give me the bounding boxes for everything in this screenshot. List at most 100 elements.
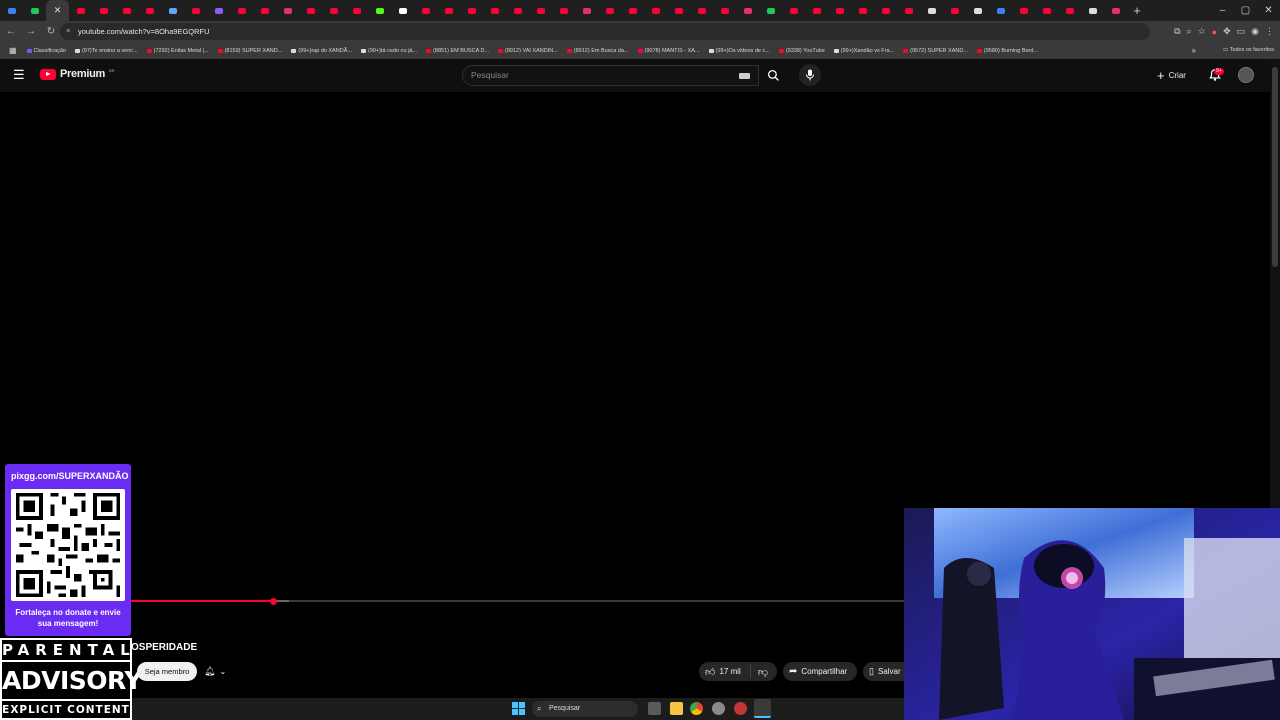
bookmark-item[interactable]: (99+)rap do XANDÃ...: [291, 48, 352, 54]
browser-tab[interactable]: [23, 0, 46, 21]
address-bar[interactable]: ≡ youtube.com/watch?v=8Oha9EGQRFU: [60, 23, 1150, 40]
browser-tab[interactable]: [414, 0, 437, 21]
browser-tab[interactable]: [851, 0, 874, 21]
bookmark-item[interactable]: (9078) MANTIS - XA...: [637, 48, 700, 54]
reload-icon[interactable]: ↻: [42, 26, 60, 37]
voice-search-button[interactable]: [799, 64, 821, 86]
browser-tab[interactable]: [437, 0, 460, 21]
browser-tab[interactable]: [115, 0, 138, 21]
browser-tab[interactable]: [782, 0, 805, 21]
browser-tab[interactable]: [1035, 0, 1058, 21]
browser-tab[interactable]: [805, 0, 828, 21]
search-button[interactable]: [760, 65, 786, 86]
profile-icon[interactable]: ◉: [1251, 26, 1259, 37]
browser-tab[interactable]: [1012, 0, 1035, 21]
browser-tab[interactable]: [621, 0, 644, 21]
browser-tab[interactable]: [368, 0, 391, 21]
browser-tab[interactable]: [989, 0, 1012, 21]
browser-tab[interactable]: [690, 0, 713, 21]
browser-tab[interactable]: [736, 0, 759, 21]
tab-close-icon[interactable]: ✕: [54, 5, 62, 16]
browser-tab[interactable]: [529, 0, 552, 21]
browser-tab[interactable]: [322, 0, 345, 21]
browser-tab[interactable]: [943, 0, 966, 21]
browser-tab[interactable]: [552, 0, 575, 21]
taskbar-search[interactable]: ⌕ Pesquisar: [532, 701, 638, 717]
site-info-icon[interactable]: ≡: [66, 23, 70, 40]
browser-tab[interactable]: [644, 0, 667, 21]
dislike-button[interactable]: 👎︎: [751, 666, 775, 678]
scrollbar-thumb[interactable]: [1272, 67, 1278, 267]
chrome-icon[interactable]: [690, 702, 703, 715]
extensions-puzzle-icon[interactable]: ✥: [1223, 26, 1231, 37]
browser-tab[interactable]: [920, 0, 943, 21]
bookmark-item[interactable]: (7292) Enilas Metal |...: [146, 48, 209, 54]
windows-start-icon[interactable]: [512, 702, 525, 715]
browser-tab[interactable]: [575, 0, 598, 21]
browser-tab[interactable]: [207, 0, 230, 21]
youtube-premium-logo[interactable]: Premium BR: [40, 68, 115, 80]
avatar[interactable]: [1238, 67, 1254, 83]
browser-menu-icon[interactable]: ⋮: [1265, 26, 1274, 37]
scrubber-handle[interactable]: [269, 597, 277, 605]
bookmarks-overflow-button[interactable]: »: [1192, 46, 1196, 55]
keyboard-icon[interactable]: [739, 73, 750, 79]
browser-tab[interactable]: [138, 0, 161, 21]
browser-tab[interactable]: [483, 0, 506, 21]
browser-tab[interactable]: [598, 0, 621, 21]
minimize-button[interactable]: –: [1211, 0, 1234, 21]
bookmark-item[interactable]: (99+)Os vídeos de c...: [708, 48, 770, 54]
browser-tab[interactable]: [345, 0, 368, 21]
obs-app-icon[interactable]: [754, 699, 771, 718]
bookmark-item[interactable]: Classificação: [26, 48, 66, 54]
bookmark-star-icon[interactable]: ☆: [1198, 26, 1206, 37]
video-player[interactable]: [0, 92, 904, 632]
task-view-icon[interactable]: [648, 702, 661, 715]
browser-tab-active[interactable]: ✕: [46, 0, 69, 21]
save-button[interactable]: ▯ Salvar: [863, 662, 904, 681]
share-button[interactable]: ➦ Compartilhar: [783, 662, 857, 681]
browser-tab[interactable]: [897, 0, 920, 21]
settings-gear-icon[interactable]: [712, 702, 725, 715]
browser-tab[interactable]: [966, 0, 989, 21]
browser-tab[interactable]: [253, 0, 276, 21]
bookmark-item[interactable]: (99+)Xandão vs Fra...: [833, 48, 894, 54]
bookmark-item[interactable]: (8912) VAI XANDIN...: [498, 48, 558, 54]
browser-tab[interactable]: [874, 0, 897, 21]
browser-tab[interactable]: [299, 0, 322, 21]
bookmark-item[interactable]: (9338) YouTube: [778, 48, 825, 54]
search-input[interactable]: Pesquisar: [462, 65, 759, 86]
video-progress-bar[interactable]: [130, 597, 904, 605]
extension-icon[interactable]: ●: [1212, 27, 1217, 37]
browser-tab[interactable]: [713, 0, 736, 21]
browser-tab[interactable]: [230, 0, 253, 21]
all-bookmarks-folder[interactable]: ▭ Todos os favoritos: [1223, 42, 1274, 59]
subscription-notifications-button[interactable]: 🔔︎ ⌄: [204, 662, 240, 681]
browser-tab[interactable]: [69, 0, 92, 21]
like-button[interactable]: 👍︎ 17 mil: [699, 665, 751, 678]
apps-grid-icon[interactable]: ▦: [9, 46, 17, 55]
bookmark-item[interactable]: (9572) SUPER XAND...: [903, 48, 968, 54]
browser-tab[interactable]: [276, 0, 299, 21]
bookmark-item[interactable]: (8851) EM BUSCA D...: [426, 48, 489, 54]
bookmark-item[interactable]: (8159) SUPER XAND...: [217, 48, 282, 54]
bookmark-item[interactable]: (9580) Burning Bord...: [976, 48, 1038, 54]
forward-arrow-icon[interactable]: →: [22, 26, 40, 37]
bookmark-item[interactable]: (99+)tá cedo ou já...: [361, 48, 417, 54]
join-membership-button[interactable]: Seja membro: [137, 662, 197, 681]
browser-tab[interactable]: [667, 0, 690, 21]
browser-tab[interactable]: [391, 0, 414, 21]
browser-tab[interactable]: [1058, 0, 1081, 21]
browser-tab[interactable]: [184, 0, 207, 21]
browser-tab[interactable]: [92, 0, 115, 21]
zoom-icon[interactable]: ⌕: [1187, 26, 1192, 37]
bookmark-item[interactable]: (97)Te ensino a venc...: [74, 48, 138, 54]
back-arrow-icon[interactable]: ←: [2, 26, 20, 37]
install-app-icon[interactable]: ⧉: [1174, 26, 1180, 37]
browser-tab[interactable]: [1081, 0, 1104, 21]
browser-tab[interactable]: [161, 0, 184, 21]
close-window-button[interactable]: ✕: [1257, 0, 1280, 21]
new-tab-button[interactable]: +: [1127, 3, 1147, 18]
bookmark-item[interactable]: (8912) Em Busca da...: [566, 48, 629, 54]
browser-tab[interactable]: [460, 0, 483, 21]
